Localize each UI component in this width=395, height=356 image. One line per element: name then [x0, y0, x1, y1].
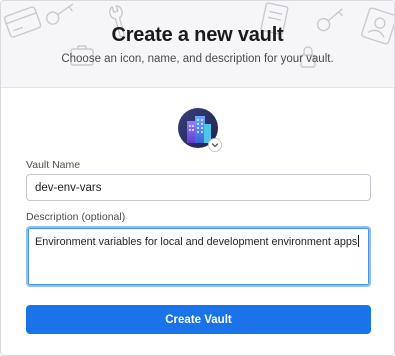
vault-name-value: dev-env-vars	[35, 181, 102, 194]
vault-icon-picker[interactable]	[178, 108, 222, 152]
key-icon	[46, 3, 74, 25]
vault-name-label: Vault Name	[26, 159, 81, 171]
description-label: Description (optional)	[26, 211, 126, 223]
dialog-header: Create a new vault Choose an icon, name,…	[1, 1, 394, 88]
description-value: Environment variables for local and deve…	[35, 236, 358, 248]
page-subtitle: Choose an icon, name, and description fo…	[61, 53, 334, 65]
chevron-down-icon[interactable]	[208, 138, 222, 152]
page-title: Create a new vault	[111, 24, 284, 46]
text-caret	[358, 235, 360, 247]
create-vault-button[interactable]: Create Vault	[26, 305, 371, 334]
create-vault-dialog: Create a new vault Choose an icon, name,…	[0, 0, 395, 356]
vault-name-input[interactable]: dev-env-vars	[26, 174, 371, 201]
description-textarea[interactable]: Environment variables for local and deve…	[26, 226, 371, 287]
